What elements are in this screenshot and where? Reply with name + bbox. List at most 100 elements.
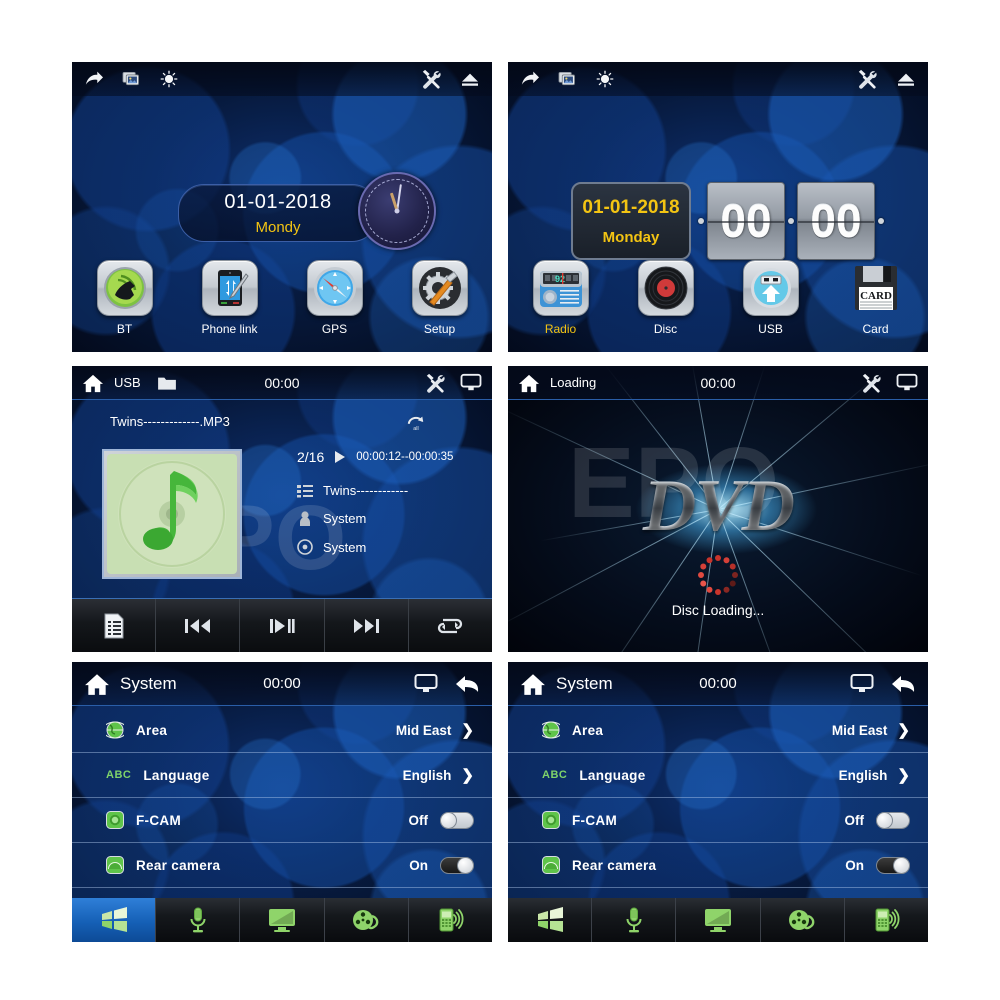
chevron-right-icon[interactable]: ❯ — [461, 721, 474, 739]
album-art — [102, 449, 242, 579]
settings-row-language[interactable]: ABC Language English ❯ — [72, 753, 492, 798]
flip-dot-right — [878, 218, 884, 224]
globe-icon — [538, 721, 564, 739]
tools-icon[interactable] — [856, 69, 878, 89]
taskbar-item-display[interactable] — [676, 898, 761, 942]
app-phone-link[interactable]: Phone link — [177, 260, 282, 336]
track-metadata: Twins------------ System System — [297, 483, 408, 555]
taskbar-item-phone[interactable] — [409, 898, 492, 942]
panel-home-flip: 01-01-2018 Monday 00 00 92 Radio Disc US… — [508, 62, 928, 352]
meta-row-title: Twins------------ — [297, 483, 408, 498]
settings-value-rearcam: On — [845, 857, 864, 873]
taskbar-item-display[interactable] — [240, 898, 325, 942]
display-icon[interactable] — [414, 673, 438, 694]
app-usb[interactable]: USB — [718, 260, 823, 336]
app-bt[interactable]: BT — [72, 260, 177, 336]
folder-icon[interactable] — [157, 375, 177, 391]
app-disc-label: Disc — [653, 322, 678, 336]
previous-button[interactable] — [156, 599, 241, 652]
tools-icon[interactable] — [424, 373, 446, 393]
display-icon[interactable] — [460, 373, 482, 392]
app-setup[interactable]: Setup — [387, 260, 492, 336]
display-icon[interactable] — [850, 673, 874, 694]
settings-toggle-rearcam[interactable] — [876, 856, 910, 874]
taskbar-item-phone[interactable] — [845, 898, 928, 942]
forward-arrow-icon[interactable] — [520, 70, 540, 88]
settings-label-language: Language — [579, 767, 646, 783]
repeat-all-icon[interactable]: all — [405, 413, 427, 432]
brightness-icon[interactable] — [596, 70, 614, 88]
app-gps-label: GPS — [321, 322, 348, 336]
radio-icon: 92 — [532, 260, 589, 316]
gallery-icon[interactable] — [122, 70, 142, 88]
home2-day: Monday — [602, 228, 660, 246]
app-disc[interactable]: Disc — [613, 260, 718, 336]
play-pause-button[interactable] — [240, 599, 325, 652]
chevron-right-icon[interactable]: ❯ — [897, 721, 910, 739]
settings-label-language: Language — [143, 767, 210, 783]
sd-card-icon: CARD — [848, 260, 904, 316]
eject-icon[interactable] — [896, 71, 916, 87]
flip-clock[interactable]: 00 00 — [698, 182, 884, 260]
system-left-header: System 00:00 — [72, 662, 492, 706]
settings-row-area[interactable]: Area Mid East ❯ — [72, 708, 492, 753]
settings-row-language[interactable]: ABC Language English ❯ — [508, 753, 928, 798]
taskbar-item-microphone[interactable] — [156, 898, 241, 942]
taskbar-item-film[interactable] — [325, 898, 409, 942]
settings-label-fcam: F-CAM — [136, 812, 181, 828]
chevron-right-icon[interactable]: ❯ — [897, 766, 910, 784]
display-icon[interactable] — [896, 373, 918, 392]
next-button[interactable] — [325, 599, 409, 652]
taskbar-item-microphone[interactable] — [592, 898, 677, 942]
eject-icon[interactable] — [460, 71, 480, 87]
settings-row-area[interactable]: Area Mid East ❯ — [508, 708, 928, 753]
artist-icon — [297, 511, 313, 526]
brightness-icon[interactable] — [160, 70, 178, 88]
app-card-label: Card — [862, 322, 889, 336]
app-radio[interactable]: 92 Radio — [508, 260, 613, 336]
settings-row-rearcam[interactable]: Rear camera On — [72, 843, 492, 888]
taskbar-item-windows[interactable] — [508, 898, 593, 942]
settings-row-rearcam[interactable]: Rear camera On — [508, 843, 928, 888]
settings-toggle-fcam[interactable] — [876, 811, 910, 829]
analog-clock[interactable] — [358, 172, 436, 250]
track-position-row: 2/16 00:00:12--00:00:35 — [297, 449, 453, 465]
settings-row-fcam[interactable]: F-CAM Off — [508, 798, 928, 843]
settings-toggle-rearcam[interactable] — [440, 856, 474, 874]
repeat-icon — [436, 617, 464, 635]
previous-icon — [183, 616, 213, 636]
back-arrow-icon[interactable] — [890, 673, 916, 695]
home-icon[interactable] — [82, 373, 104, 393]
back-arrow-icon[interactable] — [454, 673, 480, 695]
app-bt-label: BT — [116, 322, 133, 336]
settings-toggle-fcam[interactable] — [440, 811, 474, 829]
home-icon[interactable] — [520, 672, 546, 696]
repeat-button[interactable] — [409, 599, 492, 652]
tools-icon[interactable] — [420, 69, 442, 89]
abc-icon: ABC — [106, 769, 132, 781]
app-card[interactable]: CARD Card — [823, 260, 928, 336]
screenshot-root: 01-01-2018 Mondy BT Phone link GPS Setup… — [0, 0, 1000, 1000]
display-icon — [703, 907, 733, 933]
home2-date-plate[interactable]: 01-01-2018 Monday — [571, 182, 691, 260]
app-gps[interactable]: GPS — [282, 260, 387, 336]
settings-value-rearcam: On — [409, 857, 428, 873]
list-button[interactable] — [72, 599, 157, 652]
forward-arrow-icon[interactable] — [84, 70, 104, 88]
home-icon[interactable] — [84, 672, 110, 696]
chevron-right-icon[interactable]: ❯ — [461, 766, 474, 784]
panel-media-player: EPO USB 00:00 — [72, 366, 492, 652]
settings-row-fcam[interactable]: F-CAM Off — [72, 798, 492, 843]
tools-icon[interactable] — [860, 373, 882, 393]
meta-title: Twins------------ — [323, 483, 409, 498]
settings-value-language: English — [402, 767, 452, 783]
home-icon[interactable] — [518, 373, 540, 393]
clock-hub — [394, 208, 400, 214]
taskbar-item-windows[interactable] — [72, 898, 157, 942]
home1-date: 01-01-2018 — [224, 190, 332, 213]
home1-date-plate[interactable]: 01-01-2018 Mondy — [178, 184, 378, 242]
taskbar-item-film[interactable] — [761, 898, 845, 942]
film-reel-icon — [787, 907, 817, 933]
album-art-disc — [107, 454, 237, 574]
gallery-icon[interactable] — [558, 70, 578, 88]
